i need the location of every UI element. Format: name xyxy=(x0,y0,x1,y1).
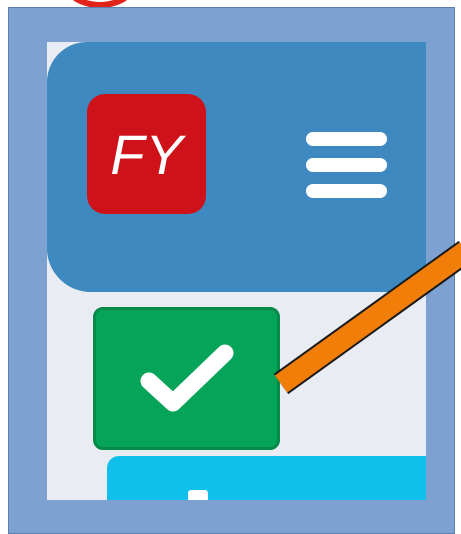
hamburger-line xyxy=(306,158,387,172)
app-screen: FY xyxy=(47,42,426,500)
confirm-check-button[interactable] xyxy=(93,307,280,450)
partial-icon xyxy=(188,490,208,500)
hamburger-menu-icon[interactable] xyxy=(306,132,387,198)
app-header: FY xyxy=(47,42,426,292)
checkmark-icon xyxy=(140,344,233,411)
logo-mark: FY xyxy=(110,124,186,184)
logo-text: FY xyxy=(110,124,186,184)
secondary-action-button[interactable] xyxy=(107,456,426,500)
hamburger-line xyxy=(306,132,387,146)
hamburger-line xyxy=(306,184,387,198)
app-logo[interactable]: FY xyxy=(87,94,206,214)
screenshot-stage: FY xyxy=(0,0,461,534)
